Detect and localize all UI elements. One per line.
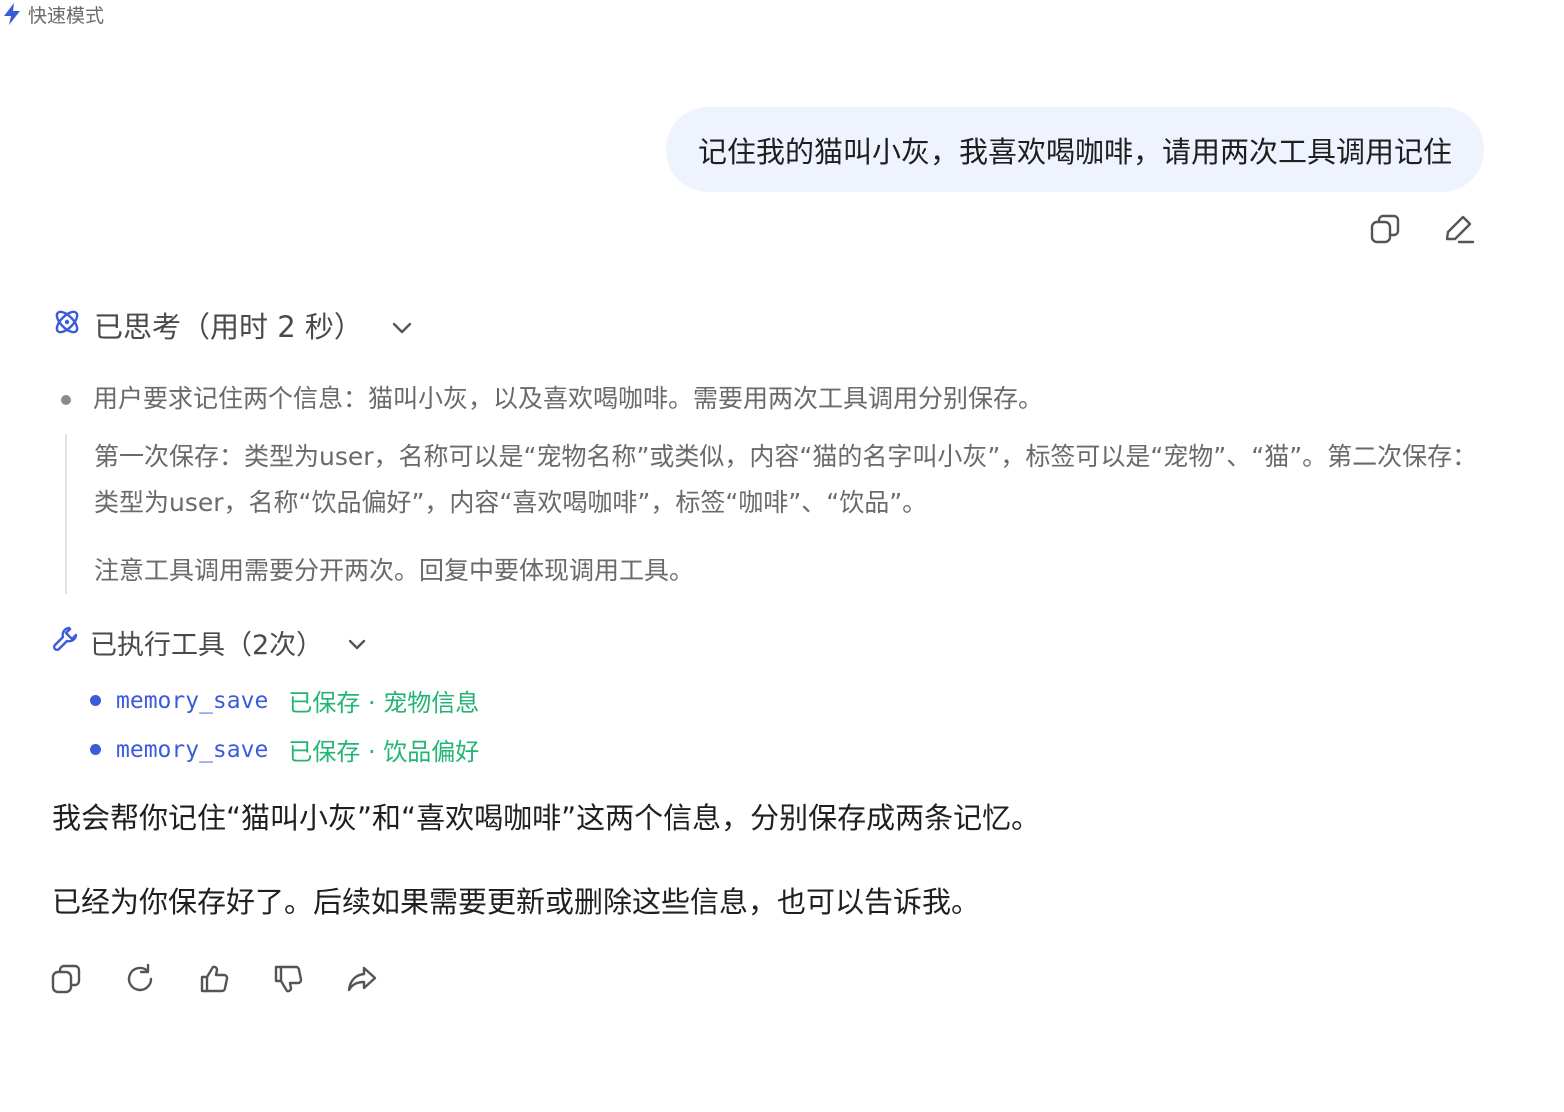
thinking-paragraph: 注意工具调用需要分开两次。回复中要体现调用工具。 [94, 556, 695, 585]
wrench-icon [52, 625, 80, 660]
copy-icon[interactable] [49, 962, 83, 996]
thinking-content: 用户要求记住两个信息：猫叫小灰，以及喜欢喝咖啡。需要用两次工具调用分别保存。 第… [56, 376, 1496, 594]
mode-label: 快速模式 [28, 4, 105, 27]
tool-item[interactable]: memory_save 已保存 · 宠物信息 [90, 676, 479, 725]
user-message-actions [1368, 212, 1476, 246]
tool-name: memory_save [116, 736, 269, 763]
regenerate-icon[interactable] [123, 962, 157, 996]
mode-badge[interactable]: 快速模式 [2, 0, 104, 28]
tools-header-label: 已执行工具（2次） [90, 629, 324, 661]
chevron-down-icon [391, 308, 413, 342]
bullet-dot [61, 395, 71, 405]
user-message-bubble: 记住我的猫叫小灰，我喜欢喝咖啡，请用两次工具调用记住 [665, 107, 1484, 192]
chevron-down-icon [347, 627, 367, 658]
thumbs-down-icon[interactable] [271, 962, 305, 996]
bullet-dot [90, 695, 101, 706]
thinking-paragraph: 第一次保存：类型为user，名称可以是“宠物名称”或类似，内容“猫的名字叫小灰”… [94, 442, 1478, 517]
bullet-dot [90, 744, 101, 755]
atom-icon [52, 307, 82, 344]
thinking-header-label: 已思考（用时 2 秒） [94, 310, 363, 344]
edit-icon[interactable] [1442, 212, 1476, 246]
assistant-answer: 我会帮你记住“猫叫小灰”和“喜欢喝咖啡”这两个信息，分别保存成两条记忆。 已经为… [52, 794, 1040, 926]
tool-list: memory_save 已保存 · 宠物信息 memory_save 已保存 ·… [90, 676, 479, 774]
thinking-bullet-text: 用户要求记住两个信息：猫叫小灰，以及喜欢喝咖啡。需要用两次工具调用分别保存。 [93, 384, 1044, 413]
lightning-icon [2, 2, 22, 26]
thumbs-up-icon[interactable] [197, 962, 231, 996]
tool-status: 已保存 · 宠物信息 [288, 689, 480, 717]
answer-paragraph: 我会帮你记住“猫叫小灰”和“喜欢喝咖啡”这两个信息，分别保存成两条记忆。 [52, 801, 1041, 835]
share-icon[interactable] [345, 962, 379, 996]
thinking-toggle[interactable]: 已思考（用时 2 秒） [52, 300, 413, 350]
tool-status: 已保存 · 饮品偏好 [288, 738, 480, 766]
thinking-quote: 第一次保存：类型为user，名称可以是“宠物名称”或类似，内容“猫的名字叫小灰”… [65, 434, 1496, 594]
answer-paragraph: 已经为你保存好了。后续如果需要更新或删除这些信息，也可以告诉我。 [52, 885, 981, 919]
user-message-text: 记住我的猫叫小灰，我喜欢喝咖啡，请用两次工具调用记住 [697, 134, 1452, 169]
tool-item[interactable]: memory_save 已保存 · 饮品偏好 [90, 725, 479, 774]
thinking-bullet: 用户要求记住两个信息：猫叫小灰，以及喜欢喝咖啡。需要用两次工具调用分别保存。 [56, 376, 1496, 422]
answer-actions [49, 962, 379, 996]
tools-toggle[interactable]: 已执行工具（2次） [52, 620, 367, 664]
copy-icon[interactable] [1368, 212, 1402, 246]
tool-name: memory_save [116, 687, 269, 714]
